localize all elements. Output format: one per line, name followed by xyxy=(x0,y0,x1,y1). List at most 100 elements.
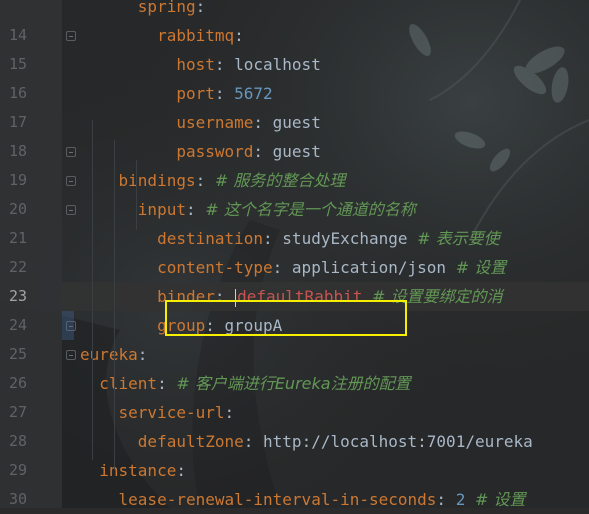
yaml-comment: # 设置 xyxy=(455,258,507,277)
yaml-comment: # 服务的整合处理 xyxy=(214,171,346,190)
yaml-separator: : xyxy=(253,142,273,161)
code-line[interactable]: content-type: application/json # 设置 xyxy=(62,253,589,282)
yaml-key: input xyxy=(137,200,186,219)
yaml-comment: # 客户端进行Eureka注册的配置 xyxy=(176,374,411,393)
indent-guide xyxy=(92,400,93,460)
yaml-key: eureka xyxy=(80,345,138,364)
code-line[interactable]: eureka: xyxy=(62,340,589,369)
indent-guide xyxy=(136,160,137,230)
yaml-key: content-type xyxy=(157,258,273,277)
yaml-separator: : xyxy=(137,345,148,364)
yaml-key: username xyxy=(176,113,254,132)
yaml-value: guest xyxy=(272,113,321,132)
yaml-separator: : xyxy=(195,171,215,190)
line-number: 18 xyxy=(8,142,27,160)
yaml-separator: : xyxy=(436,490,456,509)
code-line[interactable]: bindings: # 服务的整合处理 xyxy=(62,166,589,195)
line-number: 21 xyxy=(8,229,27,247)
fold-marker-icon[interactable] xyxy=(66,31,76,41)
yaml-key: service-url xyxy=(118,403,225,422)
yaml-separator: : xyxy=(243,432,264,451)
yaml-number-value: 2 xyxy=(455,490,466,509)
code-line[interactable]: client: # 客户端进行Eureka注册的配置 xyxy=(62,369,589,398)
yaml-value: http://localhost:7001/eureka xyxy=(263,432,533,451)
line-number-gutter: 14 15 16 17 18 19 20 21 22 23 24 25 26 27 28 29 30 xyxy=(0,0,62,508)
line-number: 30 xyxy=(8,490,27,508)
code-line[interactable]: spring: xyxy=(62,0,589,21)
yaml-key: client xyxy=(99,374,158,393)
line-number: 15 xyxy=(8,55,27,73)
yaml-separator: : xyxy=(214,84,235,103)
yaml-separator: : xyxy=(234,26,244,45)
yaml-separator: : xyxy=(214,55,235,74)
line-number: 16 xyxy=(8,84,27,102)
yaml-key: instance xyxy=(99,461,177,480)
yaml-key: password xyxy=(176,142,254,161)
yaml-comment: # 设置 xyxy=(474,490,526,509)
yaml-comment: # 这个名字是一个通道的名称 xyxy=(205,200,416,219)
yaml-key: port xyxy=(176,84,215,103)
code-line[interactable]: instance: xyxy=(62,456,589,485)
line-number: 27 xyxy=(8,403,27,421)
code-line[interactable]: rabbitmq: xyxy=(62,21,589,50)
line-number: 17 xyxy=(8,113,27,131)
indent-guide xyxy=(114,140,115,380)
fold-marker-icon[interactable] xyxy=(66,147,76,157)
yaml-separator: : xyxy=(185,200,206,219)
fold-marker-icon[interactable] xyxy=(66,176,76,186)
code-line[interactable]: password: guest xyxy=(62,137,589,166)
code-line[interactable]: destination: studyExchange # 表示要使 xyxy=(62,224,589,253)
yaml-value: localhost xyxy=(234,55,321,74)
code-line[interactable]: input: # 这个名字是一个通道的名称 xyxy=(62,195,589,224)
yaml-separator: : xyxy=(272,258,292,277)
fold-marker-icon[interactable] xyxy=(66,350,76,360)
yaml-key: lease-renewal-interval-in-seconds xyxy=(118,490,437,509)
code-line[interactable]: username: guest xyxy=(62,108,589,137)
line-number: 28 xyxy=(8,432,27,450)
yaml-separator: : xyxy=(263,229,283,248)
code-editor[interactable]: spring: rabbitmq: host: localhost port: … xyxy=(62,0,589,509)
yaml-separator: : xyxy=(176,461,186,480)
code-line[interactable]: host: localhost xyxy=(62,50,589,79)
line-number: 24 xyxy=(8,316,27,334)
code-line[interactable]: port: 5672 xyxy=(62,79,589,108)
yaml-key: bindings xyxy=(118,171,196,190)
yaml-value xyxy=(465,490,475,509)
highlight-annotation-box xyxy=(165,300,407,336)
fold-marker-icon[interactable] xyxy=(66,205,76,215)
line-number: 25 xyxy=(8,345,27,363)
yaml-key: host xyxy=(176,55,215,74)
code-line[interactable]: lease-renewal-interval-in-seconds: 2 # 设… xyxy=(62,485,589,514)
yaml-separator: : xyxy=(253,113,273,132)
line-number: 14 xyxy=(8,26,27,44)
yaml-key: rabbitmq xyxy=(157,26,235,45)
line-highlight-marker xyxy=(62,311,74,340)
indent-guide xyxy=(114,370,115,470)
yaml-key: defaultZone xyxy=(137,432,244,451)
yaml-separator: : xyxy=(195,0,206,16)
code-line[interactable]: service-url: xyxy=(62,398,589,427)
yaml-value: studyExchange xyxy=(282,229,418,248)
yaml-key: spring xyxy=(137,0,196,16)
line-number: 20 xyxy=(8,200,27,218)
code-line[interactable]: defaultZone: http://localhost:7001/eurek… xyxy=(62,427,589,456)
yaml-number-value: 5672 xyxy=(234,84,273,103)
line-number: 29 xyxy=(8,461,27,479)
yaml-value: guest xyxy=(272,142,321,161)
line-number: 23 xyxy=(8,287,27,305)
